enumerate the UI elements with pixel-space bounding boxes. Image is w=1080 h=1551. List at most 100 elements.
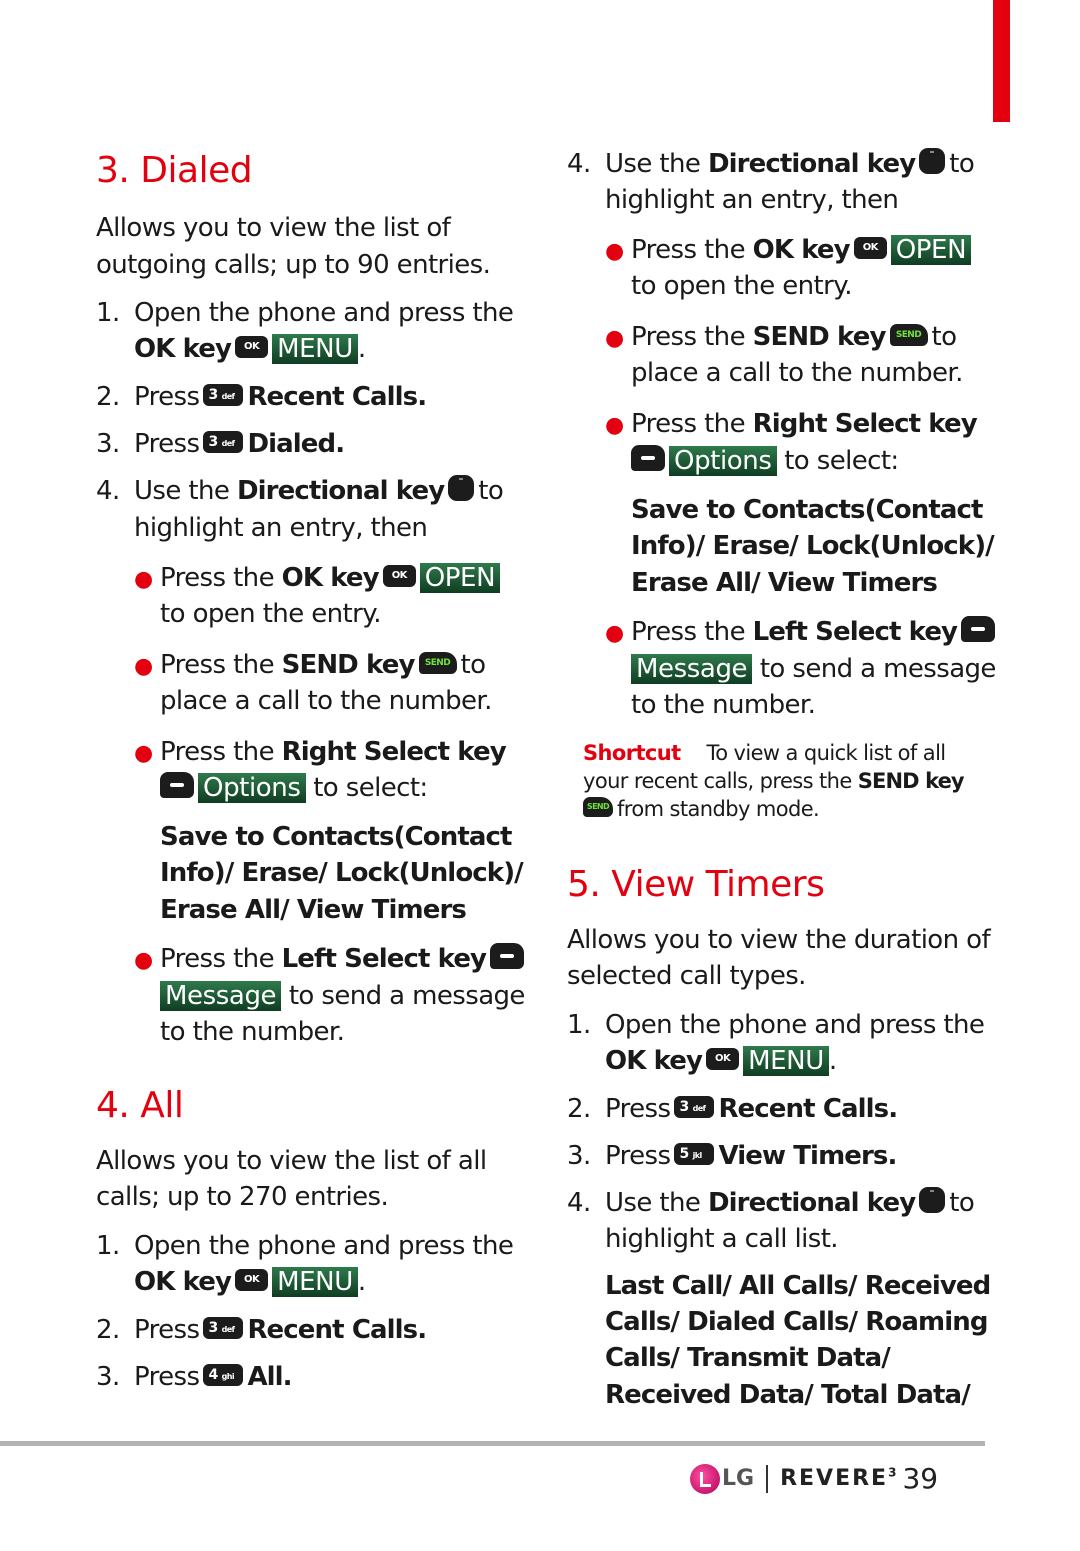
- directional-key-icon: [448, 474, 475, 501]
- section-heading-view-timers: 5. View Timers: [567, 864, 825, 905]
- bullet-icon: ●: [605, 326, 624, 351]
- open-softkey-label: OPEN: [419, 563, 501, 593]
- timers-intro-line2: selected call types.: [567, 961, 806, 991]
- cont-options-line3: Erase All/ View Timers: [631, 568, 938, 598]
- directional-key-icon: [919, 147, 946, 174]
- dialed-step2: 2. Press 3 def Recent Calls.: [96, 382, 427, 412]
- dialed-bullet-message: ● Press the Left Select key: [134, 941, 528, 979]
- timers-step2: 2. Press 3 def Recent Calls.: [567, 1094, 898, 1124]
- dialed-bullet-send: ● Press the SEND key SEND to: [134, 647, 486, 685]
- ok-key-icon: OK: [235, 335, 269, 358]
- all-intro-line1: Allows you to view the list of all: [96, 1146, 487, 1176]
- timers-step4: 4. Use the Directional key to: [567, 1186, 975, 1218]
- shortcut-note-line2: your recent calls, press the SEND key: [583, 769, 965, 793]
- ok-key-icon: OK: [853, 236, 887, 259]
- page-footer: LG REVERE3 39: [690, 1462, 990, 1502]
- ok-key-icon: OK: [706, 1047, 740, 1070]
- bullet-icon: ●: [134, 654, 153, 679]
- footer-divider: [0, 1441, 985, 1446]
- section-heading-dialed: 3. Dialed: [96, 150, 253, 191]
- cont-step4: 4. Use the Directional key to: [567, 147, 975, 179]
- menu-softkey-label: MENU: [272, 1267, 358, 1297]
- cont-bullet-options: ● Press the Right Select key: [605, 406, 978, 444]
- dialed-step1: 1. Open the phone and press the: [96, 298, 514, 328]
- key-3-icon: 3 def: [674, 1095, 715, 1118]
- key-5-icon: 5 jkl: [674, 1142, 715, 1165]
- cont-bullet-message-cont: Message to send a message: [631, 651, 996, 687]
- key-3-icon: 3 def: [203, 383, 244, 406]
- timers-step3: 3. Press 5 jkl View Timers.: [567, 1141, 897, 1171]
- menu-softkey-label: MENU: [272, 334, 358, 364]
- cont-options-line1: Save to Contacts(Contact: [631, 495, 983, 525]
- right-select-key-icon: [631, 444, 665, 471]
- all-step3: 3. Press 4 ghi All.: [96, 1362, 293, 1392]
- menu-softkey-label: MENU: [743, 1046, 829, 1076]
- message-softkey-label: Message: [631, 654, 753, 684]
- bullet-icon: ●: [605, 621, 624, 646]
- cont-bullet-send-cont: place a call to the number.: [631, 358, 963, 388]
- timers-list-line2: Calls/ Dialed Calls/ Roaming: [605, 1307, 988, 1337]
- brand-name: LG: [722, 1466, 755, 1491]
- all-step1-cont: OK key OK MENU.: [134, 1267, 366, 1297]
- timers-list-line1: Last Call/ All Calls/ Received: [605, 1271, 991, 1301]
- cont-bullet-options-cont: Options to select:: [627, 443, 899, 479]
- dialed-bullet-message-cont: Message to send a message: [160, 978, 525, 1014]
- timers-step1-cont: OK key OK MENU.: [605, 1046, 837, 1076]
- options-softkey-label: Options: [198, 773, 306, 803]
- key-3-icon: 3 def: [203, 1316, 244, 1339]
- dialed-bullet-send-cont: place a call to the number.: [160, 686, 492, 716]
- left-select-key-icon: [961, 615, 996, 642]
- bullet-icon: ●: [605, 413, 624, 438]
- bullet-icon: ●: [134, 741, 153, 766]
- dialed-step4-cont: highlight an entry, then: [134, 513, 428, 543]
- key-3-icon: 3 def: [203, 430, 244, 453]
- send-key-icon: SEND: [889, 323, 928, 346]
- dialed-bullet-open-cont: to open the entry.: [160, 599, 382, 629]
- cont-options-line2: Info)/ Erase/ Lock(Unlock)/: [631, 531, 995, 561]
- shortcut-label: Shortcut: [583, 741, 681, 765]
- bullet-icon: ●: [134, 948, 153, 973]
- timers-step4-cont: highlight a call list.: [605, 1224, 839, 1254]
- dialed-step3: 3. Press 3 def Dialed.: [96, 429, 345, 459]
- dialed-bullet-message-end: to the number.: [160, 1017, 345, 1047]
- cont-bullet-send: ● Press the SEND key SEND to: [605, 319, 957, 357]
- left-select-key-icon: [490, 942, 525, 969]
- dialed-step1-cont: OK key OK MENU.: [134, 334, 366, 364]
- bullet-icon: ●: [134, 567, 153, 592]
- dialed-step4: 4. Use the Directional key to: [96, 474, 504, 506]
- all-step1: 1. Open the phone and press the: [96, 1231, 514, 1261]
- chapter-tab-marker: [993, 0, 1010, 122]
- dialed-options-line3: Erase All/ View Timers: [160, 895, 467, 925]
- bullet-icon: ●: [605, 239, 624, 264]
- dialed-options-line1: Save to Contacts(Contact: [160, 822, 512, 852]
- ok-key-icon: OK: [235, 1268, 269, 1291]
- cont-bullet-message-end: to the number.: [631, 690, 816, 720]
- product-name: REVERE3: [780, 1465, 897, 1492]
- dialed-intro-line1: Allows you to view the list of: [96, 213, 451, 243]
- shortcut-note-line3: SEND from standby mode.: [579, 795, 820, 823]
- section-heading-all: 4. All: [96, 1085, 184, 1126]
- message-softkey-label: Message: [160, 981, 282, 1011]
- timers-step1: 1. Open the phone and press the: [567, 1010, 985, 1040]
- open-softkey-label: OPEN: [890, 235, 972, 265]
- timers-list-line4: Received Data/ Total Data/: [605, 1380, 971, 1410]
- page-number: 39: [902, 1462, 939, 1495]
- lg-logo-icon: [690, 1463, 720, 1494]
- timers-list-line3: Calls/ Transmit Data/: [605, 1343, 891, 1373]
- send-key-icon: SEND: [418, 651, 457, 674]
- dialed-bullet-open: ● Press the OK key OK OPEN: [134, 560, 501, 598]
- cont-step4-cont: highlight an entry, then: [605, 185, 899, 215]
- all-step2: 2. Press 3 def Recent Calls.: [96, 1315, 427, 1345]
- options-softkey-label: Options: [669, 446, 777, 476]
- key-4-icon: 4 ghi: [203, 1363, 244, 1386]
- timers-intro-line1: Allows you to view the duration of: [567, 925, 991, 955]
- dialed-bullet-options: ● Press the Right Select key: [134, 734, 507, 772]
- cont-bullet-open-cont: to open the entry.: [631, 271, 853, 301]
- directional-key-icon: [919, 1186, 946, 1213]
- dialed-options-line2: Info)/ Erase/ Lock(Unlock)/: [160, 858, 524, 888]
- cont-bullet-message: ● Press the Left Select key: [605, 614, 999, 652]
- cont-bullet-open: ● Press the OK key OK OPEN: [605, 232, 972, 270]
- shortcut-note-line1: Shortcut To view a quick list of all: [583, 741, 946, 765]
- dialed-intro-line2: outgoing calls; up to 90 entries.: [96, 250, 491, 280]
- right-select-key-icon: [160, 771, 194, 798]
